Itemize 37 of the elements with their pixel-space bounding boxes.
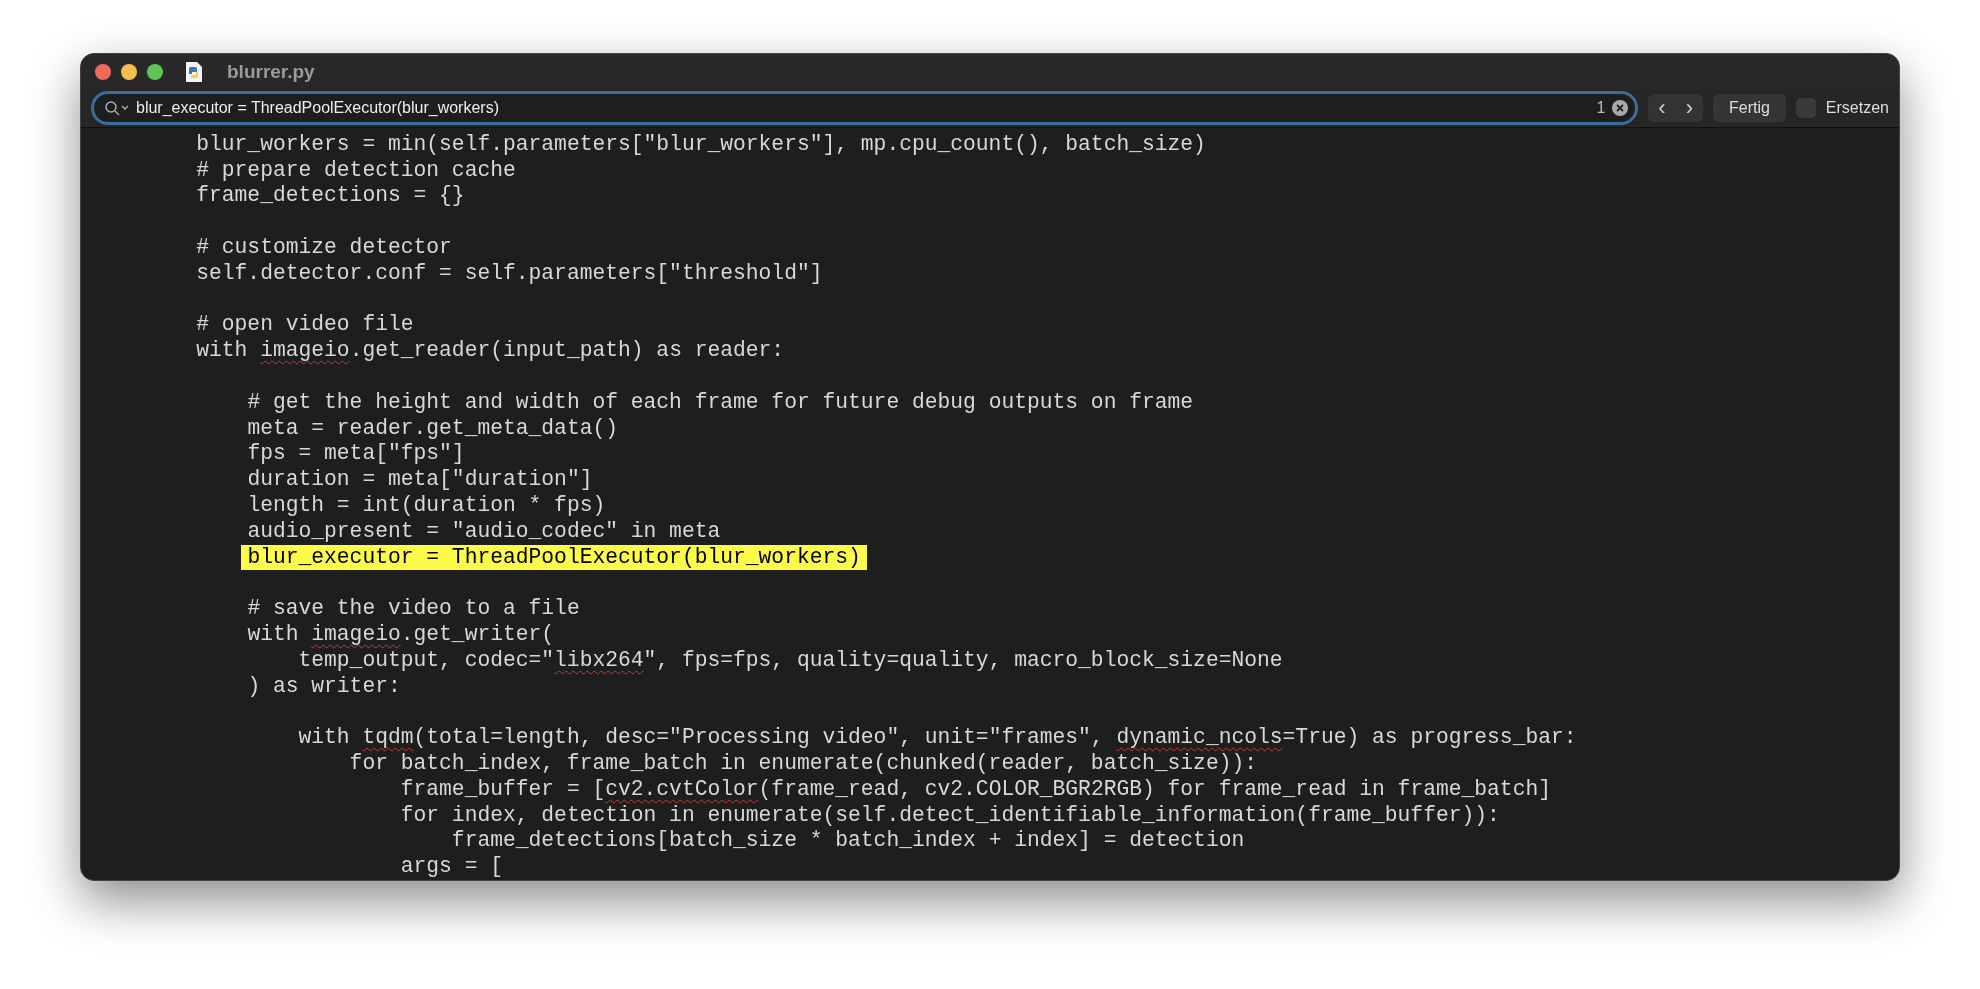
code-line: ) as writer:	[247, 673, 401, 700]
window-title: blurrer.py	[227, 59, 315, 84]
code-line: frame_detections = {}	[196, 183, 465, 210]
code-line: # get the height and width of each frame for future debug outputs on frame	[247, 389, 1194, 416]
previous-match-button[interactable]: ‹	[1648, 94, 1676, 123]
code-line: frame_detections[batch_size * batch_index + index] = detection	[451, 828, 1245, 855]
code-line: for batch_index, frame_batch in enumerate(chunked(reader, batch_size)):	[349, 751, 1257, 777]
code-line: audio_present = "audio_codec" in meta	[247, 518, 721, 545]
code-line: temp_output, codec="libx264", fps=fps, quality=quality, macro_block_size=None	[298, 647, 1283, 674]
code-line: with tqdm(total=length, desc="Processing video", unit="frames", dynamic_ncols=True) as progress_bar:	[298, 725, 1577, 751]
code-line: # prepare detection cache	[196, 157, 516, 184]
code-line: frame_buffer = [cv2.cvtColor(frame_read, cv2.COLOR_BGR2RGB) for frame_read in frame_batch]	[400, 776, 1551, 803]
search-icon	[104, 100, 130, 117]
minimize-button[interactable]	[121, 63, 137, 80]
python-file-icon	[185, 60, 203, 83]
zoom-button[interactable]	[147, 63, 163, 80]
search-input[interactable]: blur_executor = ThreadPoolExecutor(blur_workers)	[136, 96, 1591, 121]
code-line: # open video file	[196, 312, 414, 339]
code-line: # customize detector	[196, 235, 452, 261]
code-line: duration = meta["duration"]	[247, 467, 593, 494]
code-line: args = [	[400, 854, 503, 880]
replace-label: Ersetzen	[1825, 98, 1889, 119]
code-line: meta = reader.get_meta_data()	[247, 415, 618, 442]
code-line: for index, detection in enumerate(self.detect_identifiable_information(frame_buffer)):	[400, 802, 1500, 829]
code-line: fps = meta["fps"]	[247, 441, 465, 468]
clear-icon[interactable]	[1611, 99, 1630, 118]
code-line: with imageio.get_writer(	[247, 622, 555, 648]
code-line: with imageio.get_reader(input_path) as reader:	[196, 338, 785, 365]
match-count: 1	[1596, 98, 1606, 119]
done-button[interactable]: Fertig	[1712, 94, 1786, 123]
code-line: length = int(duration * fps)	[247, 493, 606, 519]
code-line: self.detector.conf = self.parameters["threshold"]	[196, 260, 823, 287]
search-bar[interactable]: blur_executor = ThreadPoolExecutor(blur_workers) 1	[91, 91, 1639, 126]
code-line: # save the video to a file	[247, 596, 580, 623]
close-button[interactable]	[95, 63, 111, 80]
next-match-button[interactable]: ›	[1675, 94, 1703, 123]
code-line: blur_workers = min(self.parameters["blur_workers"], mp.cpu_count(), batch_size)	[196, 131, 1206, 158]
